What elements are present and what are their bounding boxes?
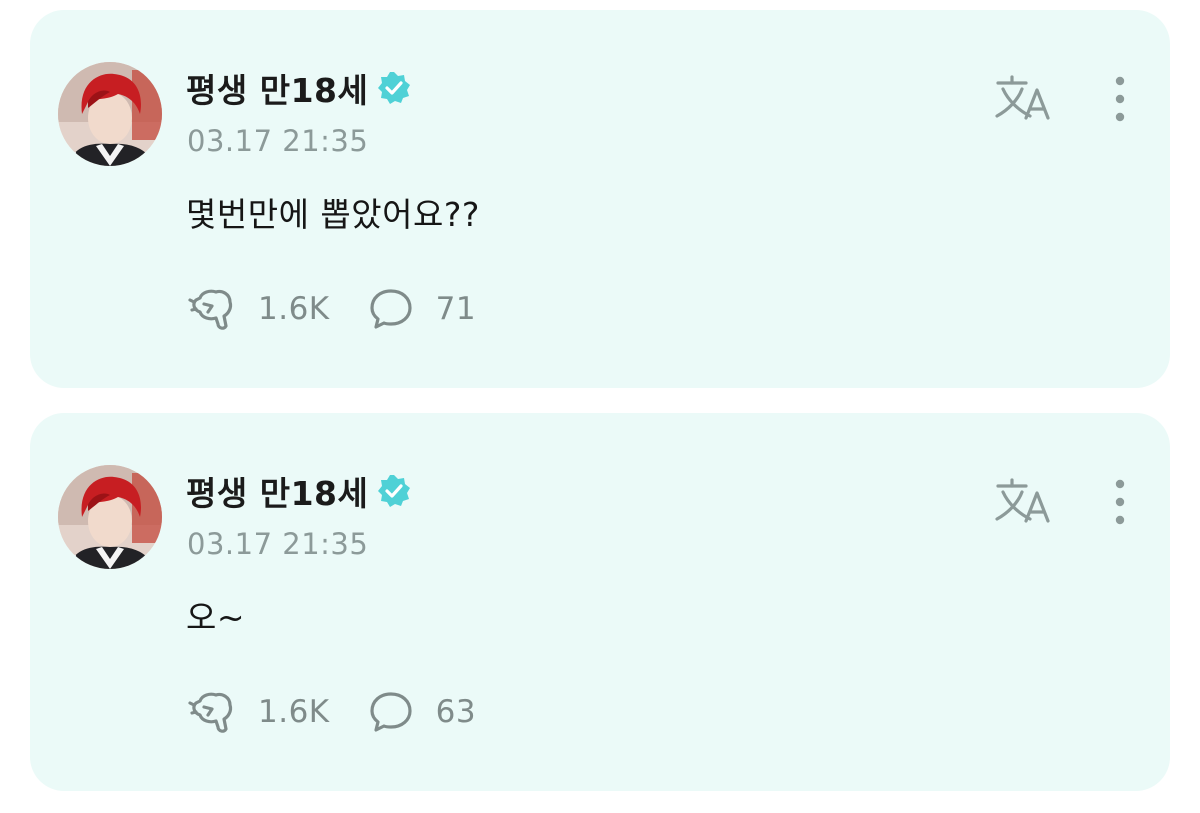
verified-badge-icon bbox=[376, 473, 412, 509]
comment-count: 63 bbox=[435, 694, 477, 730]
more-options-icon[interactable] bbox=[1104, 72, 1136, 126]
post-timestamp: 03.17 21:35 bbox=[187, 527, 369, 561]
post-text: 몇번만에 뽑았어요?? bbox=[186, 195, 480, 234]
post-text: 오~ bbox=[186, 598, 246, 637]
comment-count: 71 bbox=[435, 291, 477, 327]
author-name[interactable]: 평생 만18세 bbox=[186, 467, 368, 515]
comment-icon[interactable] bbox=[366, 687, 416, 737]
author-row: 평생 만18세 bbox=[186, 467, 412, 515]
post-card[interactable]: 평생 만18세 03.17 21:35 몇번만에 뽑았어요?? 1.6K 71 bbox=[30, 10, 1170, 388]
more-options-icon[interactable] bbox=[1104, 475, 1136, 529]
post-stats: 1.6K 71 bbox=[188, 285, 476, 333]
author-name[interactable]: 평생 만18세 bbox=[186, 64, 368, 112]
post-feed: 평생 만18세 03.17 21:35 몇번만에 뽑았어요?? 1.6K 71 … bbox=[0, 0, 1200, 813]
avatar[interactable] bbox=[58, 62, 162, 166]
avatar[interactable] bbox=[58, 465, 162, 569]
verified-badge-icon bbox=[376, 70, 412, 106]
translate-icon[interactable] bbox=[992, 477, 1054, 525]
post-stats: 1.6K 63 bbox=[188, 688, 476, 736]
like-count: 1.6K bbox=[258, 291, 330, 327]
translate-icon[interactable] bbox=[992, 74, 1054, 122]
like-count: 1.6K bbox=[258, 694, 330, 730]
author-row: 평생 만18세 bbox=[186, 64, 412, 112]
comment-icon[interactable] bbox=[366, 284, 416, 334]
cheer-icon[interactable] bbox=[188, 687, 238, 737]
post-card[interactable]: 평생 만18세 03.17 21:35 오~ 1.6K 63 bbox=[30, 413, 1170, 791]
cheer-icon[interactable] bbox=[188, 284, 238, 334]
post-timestamp: 03.17 21:35 bbox=[187, 124, 369, 158]
